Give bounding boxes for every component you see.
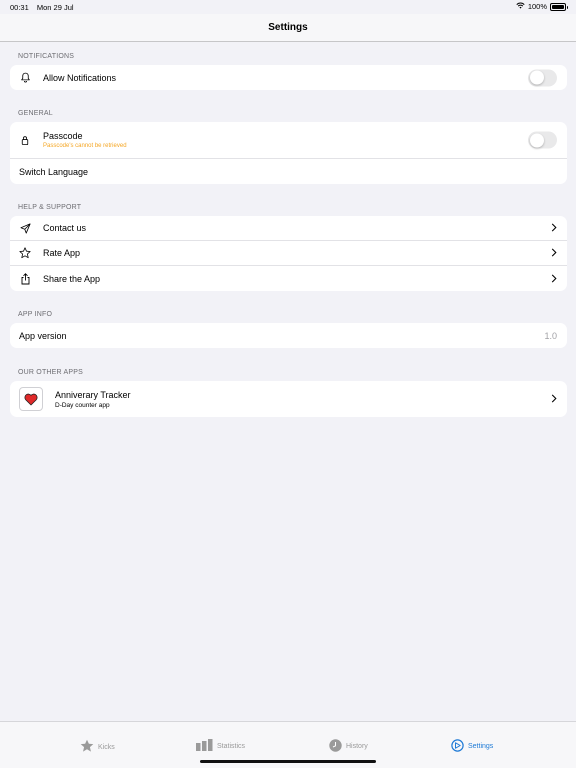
chevron-right-icon (551, 390, 557, 408)
switch-language-label: Switch Language (19, 166, 89, 177)
tab-kicks[interactable]: Kicks (80, 739, 115, 755)
section-header-other-apps: OUR OTHER APPS (18, 369, 84, 376)
share-icon (19, 272, 31, 285)
switch-language-row[interactable]: Switch Language (10, 159, 567, 184)
passcode-warning: Passcode's cannot be retrieved (43, 143, 127, 149)
tab-history-label: History (346, 743, 368, 750)
tab-settings[interactable]: Settings (451, 739, 493, 754)
app-version-value: 1.0 (544, 330, 557, 341)
lock-icon (19, 134, 31, 146)
passcode-toggle[interactable] (528, 131, 557, 149)
tab-statistics-label: Statistics (217, 742, 246, 750)
status-date: Mon 29 Jul (36, 3, 74, 12)
heart-app-icon (19, 387, 43, 411)
tab-settings-label: Settings (468, 743, 494, 750)
allow-notifications-row: Allow Notifications (10, 65, 567, 90)
chevron-right-icon (551, 270, 557, 288)
help-support-group: Contact us Rate App Share the App (10, 216, 567, 291)
home-indicator (200, 760, 376, 763)
battery-icon (550, 2, 568, 11)
allow-notifications-toggle[interactable] (528, 69, 557, 86)
passcode-row: Passcode Passcode's cannot be retrieved (10, 122, 567, 159)
passcode-label: Passcode (43, 131, 83, 141)
section-header-general: GENERAL (18, 110, 53, 117)
app-info-group: App version 1.0 (10, 323, 567, 348)
section-header-notifications: NOTIFICATIONS (18, 53, 75, 60)
settings-screen: 00:31 Mon 29 Jul 100% Settings NOTIFICAT… (0, 0, 576, 768)
page-title: Settings (268, 22, 308, 33)
contact-us-row[interactable]: Contact us (10, 216, 567, 241)
contact-us-label: Contact us (43, 223, 87, 233)
star-icon (19, 247, 31, 259)
tab-statistics[interactable]: Statistics (196, 739, 245, 753)
status-time: 00:31 (10, 3, 29, 12)
bell-icon (19, 72, 31, 84)
rate-app-label: Rate App (43, 248, 81, 258)
share-app-label: Share the App (43, 273, 101, 284)
clock-icon (329, 739, 342, 754)
gear-icon (451, 739, 464, 754)
section-header-help: HELP & SUPPORT (18, 204, 82, 211)
star-icon (80, 739, 94, 755)
other-apps-group: Anniverary Tracker D-Day counter app (10, 381, 567, 417)
other-app-description: D-Day counter app (55, 401, 110, 409)
battery-percent: 100% (527, 2, 547, 11)
other-app-name: Anniverary Tracker (55, 389, 131, 400)
paper-plane-icon (19, 222, 31, 234)
allow-notifications-label: Allow Notifications (43, 72, 117, 83)
navigation-bar: Settings (0, 14, 576, 42)
app-version-row: App version 1.0 (10, 323, 567, 348)
share-app-row[interactable]: Share the App (10, 266, 567, 291)
status-bar: 00:31 Mon 29 Jul 100% (0, 0, 576, 14)
wifi-icon (516, 2, 525, 11)
chevron-right-icon (551, 244, 557, 262)
rate-app-row[interactable]: Rate App (10, 241, 567, 266)
tab-history[interactable]: History (329, 739, 368, 754)
other-app-row[interactable]: Anniverary Tracker D-Day counter app (10, 381, 567, 417)
section-header-app-info: APP INFO (18, 311, 53, 318)
app-version-label: App version (19, 330, 67, 341)
tab-kicks-label: Kicks (98, 743, 115, 751)
general-group: Passcode Passcode's cannot be retrieved … (10, 122, 567, 184)
notifications-group: Allow Notifications (10, 65, 567, 90)
chevron-right-icon (551, 219, 557, 237)
bar-chart-icon (196, 739, 213, 753)
